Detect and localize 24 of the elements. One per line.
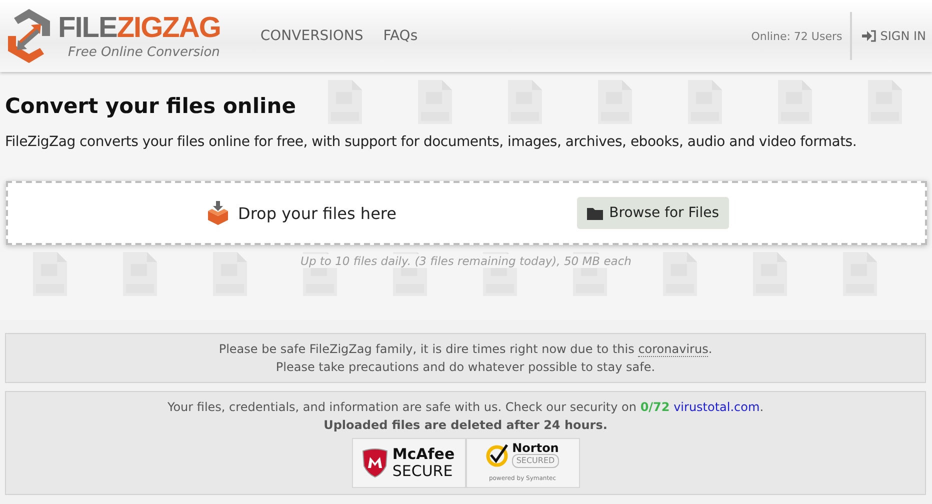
- notice-text: Please take precautions and do whatever possible to stay safe.: [274, 359, 656, 376]
- drop-zone[interactable]: Drop your files here Browse for Files: [6, 181, 927, 245]
- tagline: Free Online Conversion: [68, 46, 220, 58]
- page-title: Convert your files online: [5, 94, 296, 118]
- drop-label: Drop your files here: [238, 204, 396, 222]
- upload-limits: Up to 10 files daily. (3 files remaining today), 50 MB each: [300, 254, 632, 268]
- sign-in-link[interactable]: SIGN IN: [852, 12, 932, 60]
- virustotal-link[interactable]: virustotal.com: [674, 400, 760, 414]
- brand-name: FILEZIGZAG: [58, 14, 220, 42]
- notice-text: Uploaded files are deleted after 24 hours.: [322, 417, 608, 434]
- nav-link[interactable]: FAQs: [383, 28, 418, 44]
- online-users: Online: 72 Users: [751, 30, 844, 42]
- download-box-icon: [206, 201, 230, 225]
- checkmark-icon: [486, 442, 510, 466]
- sign-in-icon: [862, 30, 876, 42]
- mcafee-badge[interactable]: McAfee SECURE: [352, 438, 466, 488]
- folder-icon: [587, 206, 604, 220]
- description: FileZigZag converts your files online for free, with support for documents, images, archives, ebooks, audio and video formats.: [5, 134, 857, 150]
- shield-icon: [362, 448, 388, 478]
- coronavirus-link[interactable]: coronavirus: [638, 342, 708, 357]
- nav-link[interactable]: CONVERSIONS: [260, 28, 364, 44]
- notice-text: Please be safe FileZigZag family, it is dire times right now due to this coronavirus.: [218, 341, 714, 358]
- notice-text: Your files, credentials, and information are safe with us. Check our security on 0/72 virustotal.com.: [166, 399, 765, 416]
- browse-button[interactable]: Browse for Files: [577, 197, 729, 229]
